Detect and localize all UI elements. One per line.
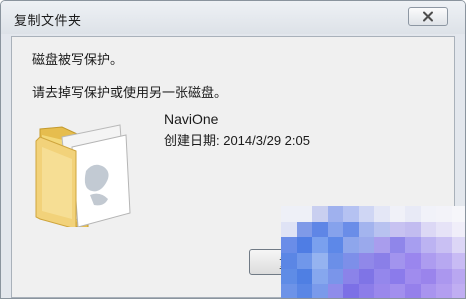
error-message: 磁盘被写保护。 bbox=[32, 53, 124, 68]
file-created-date: 创建日期: 2014/3/29 2:05 bbox=[164, 133, 310, 148]
close-button[interactable] bbox=[408, 7, 448, 26]
folder-icon bbox=[35, 124, 131, 227]
window-title: 复制文件夹 bbox=[14, 14, 82, 29]
file-name: NaviOne bbox=[164, 111, 219, 127]
close-icon bbox=[423, 11, 433, 22]
title-bar[interactable]: 复制文件夹 bbox=[1, 1, 465, 34]
copy-folder-dialog: 复制文件夹 磁盘被写保护。 请去掉写保护或使用另一张磁盘。 NaviOne 创建… bbox=[0, 0, 466, 299]
instruction-message: 请去掉写保护或使用另一张磁盘。 bbox=[32, 86, 228, 101]
watermark-logo bbox=[281, 206, 465, 298]
